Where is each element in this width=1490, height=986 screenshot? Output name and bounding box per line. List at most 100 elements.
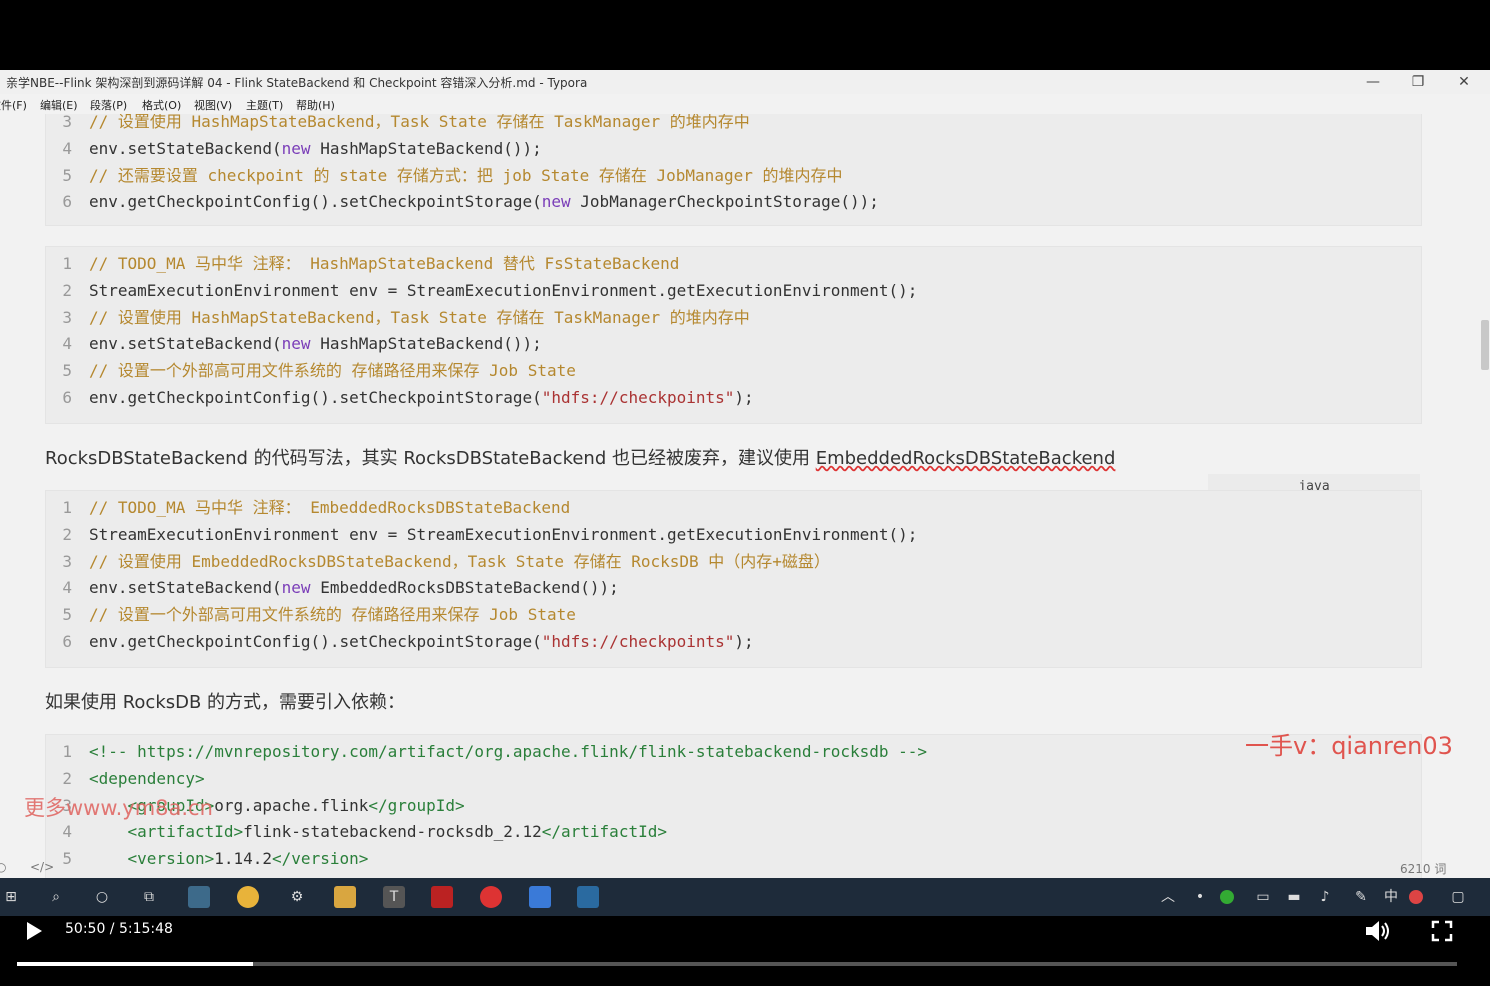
code-line[interactable]: 3 // 设置使用 HashMapStateBackend，Task State … <box>46 114 1421 135</box>
code-text[interactable]: // 设置使用 HashMapStateBackend，Task State 存… <box>89 305 750 331</box>
source-mode-icon[interactable]: </> <box>30 860 54 874</box>
code-token: env.getCheckpointConfig().setCheckpointS… <box>89 632 542 651</box>
menu-help[interactable]: 帮助(H) <box>296 97 335 113</box>
line-number: 5 <box>62 165 72 185</box>
close-button[interactable]: ✕ <box>1449 72 1479 92</box>
code-line[interactable]: 4 <artifactId>flink-statebackend-rocksdb… <box>46 819 1421 845</box>
code-text[interactable]: env.setStateBackend(new HashMapStateBack… <box>89 331 542 357</box>
code-text[interactable]: env.getCheckpointConfig().setCheckpointS… <box>89 385 754 411</box>
network-icon[interactable]: ▭ <box>1252 886 1274 908</box>
code-text[interactable]: env.setStateBackend(new HashMapStateBack… <box>89 136 542 162</box>
code-token: env.getCheckpointConfig().setCheckpointS… <box>89 192 542 212</box>
cortana-icon[interactable]: ○ <box>91 886 113 908</box>
search-icon[interactable]: ⌕ <box>45 886 67 908</box>
scrollbar-thumb[interactable] <box>1481 320 1489 370</box>
line-number: 3 <box>62 307 72 327</box>
tray-chevron-icon[interactable]: ︿ <box>1157 886 1179 908</box>
code-text[interactable]: StreamExecutionEnvironment env = StreamE… <box>89 522 917 548</box>
code-text[interactable]: env.getCheckpointConfig().setCheckpointS… <box>89 189 879 215</box>
tray-app-icon[interactable] <box>1409 890 1423 904</box>
folder-icon[interactable] <box>334 886 356 908</box>
code-block[interactable]: 1 // TODO_MA 马中华 注释： HashMapStateBackend … <box>45 246 1422 424</box>
notification-icon[interactable]: ▢ <box>1447 886 1469 908</box>
code-line[interactable]: 3 <groupId>org.apache.flink</groupId> <box>46 793 1421 819</box>
code-line[interactable]: 6 env.getCheckpointConfig().setCheckpoint… <box>46 189 1421 215</box>
code-line[interactable]: 4 env.setStateBackend(new EmbeddedRocksDB… <box>46 575 1421 601</box>
menu-view[interactable]: 视图(V) <box>194 97 232 113</box>
editor-content[interactable]: 3 // 设置使用 HashMapStateBackend，Task State … <box>0 114 1480 878</box>
code-text[interactable]: // TODO_MA 马中华 注释： EmbeddedRocksDBStateB… <box>89 495 570 521</box>
volume-icon[interactable] <box>1364 919 1392 943</box>
image-viewer-icon[interactable] <box>577 886 599 908</box>
code-line[interactable]: 2 StreamExecutionEnvironment env = Stream… <box>46 522 1421 548</box>
code-text[interactable]: StreamExecutionEnvironment env = StreamE… <box>89 278 917 304</box>
code-text[interactable]: <!-- https://mvnrepository.com/artifact/… <box>89 739 927 765</box>
idea-icon[interactable] <box>431 886 453 908</box>
code-line[interactable]: 1 // TODO_MA 马中华 注释： EmbeddedRocksDBState… <box>46 495 1421 521</box>
code-text[interactable]: <dependency> <box>89 766 205 792</box>
code-token: // 设置使用 EmbeddedRocksDBStateBackend，Task… <box>89 551 830 571</box>
code-line[interactable]: 6 env.getCheckpointConfig().setCheckpoint… <box>46 385 1421 411</box>
input-method-icon[interactable]: 中 <box>1380 886 1402 908</box>
pen-icon[interactable]: ✎ <box>1350 886 1372 908</box>
menu-format[interactable]: 格式(O) <box>142 97 181 113</box>
code-token: // 设置一个外部高可用文件系统的 存储路径用来保存 Job State <box>89 361 576 381</box>
video-top-letterbox <box>0 0 1490 70</box>
minimize-button[interactable]: — <box>1358 72 1388 92</box>
menu-theme[interactable]: 主题(T) <box>246 97 283 113</box>
task-view-icon[interactable]: ⧉ <box>138 886 160 908</box>
app-icon[interactable] <box>188 886 210 908</box>
code-token: new <box>281 138 311 158</box>
progress-bar[interactable] <box>17 962 1457 966</box>
spellcheck-word[interactable]: EmbeddedRocksDBStateBackend <box>816 448 1116 469</box>
code-text[interactable]: // 设置使用 EmbeddedRocksDBStateBackend，Task… <box>89 549 830 575</box>
paragraph: 如果使用 RocksDB 的方式，需要引入依赖： <box>45 692 406 713</box>
code-text[interactable]: // 设置使用 HashMapStateBackend，Task State 存… <box>89 114 750 135</box>
windows-start-icon[interactable]: ⊞ <box>0 886 22 908</box>
code-text[interactable]: <artifactId>flink-statebackend-rocksdb_2… <box>89 819 667 845</box>
code-block[interactable]: 1 // TODO_MA 马中华 注释： EmbeddedRocksDBState… <box>45 490 1422 668</box>
code-text[interactable]: // 还需要设置 checkpoint 的 state 存储方式：把 job S… <box>89 163 842 189</box>
code-token: env.getCheckpointConfig().setCheckpointS… <box>89 388 542 407</box>
fullscreen-icon[interactable] <box>1431 920 1453 942</box>
battery-icon[interactable]: ▬ <box>1283 886 1305 908</box>
tray-app-icon[interactable] <box>1220 890 1234 904</box>
code-line[interactable]: 5 // 设置一个外部高可用文件系统的 存储路径用来保存 Job State <box>46 602 1421 628</box>
code-line[interactable]: 3 // 设置使用 EmbeddedRocksDBStateBackend，Tas… <box>46 549 1421 575</box>
outline-toggle-icon[interactable]: ○ <box>0 860 6 874</box>
code-text[interactable]: // 设置一个外部高可用文件系统的 存储路径用来保存 Job State <box>89 602 576 628</box>
play-icon[interactable] <box>24 921 44 941</box>
chrome-icon[interactable] <box>237 886 259 908</box>
menu-file[interactable]: 文件(F) <box>0 97 27 113</box>
maximize-button[interactable]: ❐ <box>1403 72 1433 92</box>
menu-paragraph[interactable]: 段落(P) <box>90 97 127 113</box>
code-line[interactable]: 1 <!-- https://mvnrepository.com/artifact… <box>46 739 1421 765</box>
app-icon[interactable] <box>529 886 551 908</box>
code-line[interactable]: 1 // TODO_MA 马中华 注释： HashMapStateBackend … <box>46 251 1421 277</box>
code-text[interactable]: // TODO_MA 马中华 注释： HashMapStateBackend 替… <box>89 251 679 277</box>
code-text[interactable]: env.setStateBackend(new EmbeddedRocksDBS… <box>89 575 619 601</box>
code-line[interactable]: 5 // 还需要设置 checkpoint 的 state 存储方式：把 job … <box>46 163 1421 189</box>
code-line[interactable]: 3 // 设置使用 HashMapStateBackend，Task State … <box>46 305 1421 331</box>
code-line[interactable]: 2 <dependency> <box>46 766 1421 792</box>
app-icon[interactable]: ⚙ <box>286 886 308 908</box>
code-line[interactable]: 4 env.setStateBackend(new HashMapStateBac… <box>46 136 1421 162</box>
code-line[interactable]: 5 // 设置一个外部高可用文件系统的 存储路径用来保存 Job State <box>46 358 1421 384</box>
line-number: 6 <box>62 388 72 407</box>
code-token: // TODO_MA 马中华 注释： HashMapStateBackend 替… <box>89 254 680 273</box>
code-token: StreamExecutionEnvironment env = StreamE… <box>89 280 918 300</box>
code-line[interactable]: 4 env.setStateBackend(new HashMapStateBac… <box>46 331 1421 357</box>
code-text[interactable]: // 设置一个外部高可用文件系统的 存储路径用来保存 Job State <box>89 358 576 384</box>
code-token: new <box>541 192 571 212</box>
code-text[interactable]: env.getCheckpointConfig().setCheckpointS… <box>89 629 754 655</box>
microphone-icon[interactable]: • <box>1189 886 1211 908</box>
volume-icon[interactable]: ♪ <box>1314 886 1336 908</box>
typora-icon[interactable]: T <box>383 886 405 908</box>
code-token: <artifactId> <box>89 822 244 842</box>
code-block[interactable]: 3 // 设置使用 HashMapStateBackend，Task State … <box>45 114 1422 226</box>
word-count[interactable]: 6210 词 <box>1400 860 1446 877</box>
code-line[interactable]: 2 StreamExecutionEnvironment env = Stream… <box>46 278 1421 304</box>
code-line[interactable]: 6 env.getCheckpointConfig().setCheckpoint… <box>46 629 1421 655</box>
menu-edit[interactable]: 编辑(E) <box>40 97 78 113</box>
netease-music-icon[interactable] <box>480 886 502 908</box>
